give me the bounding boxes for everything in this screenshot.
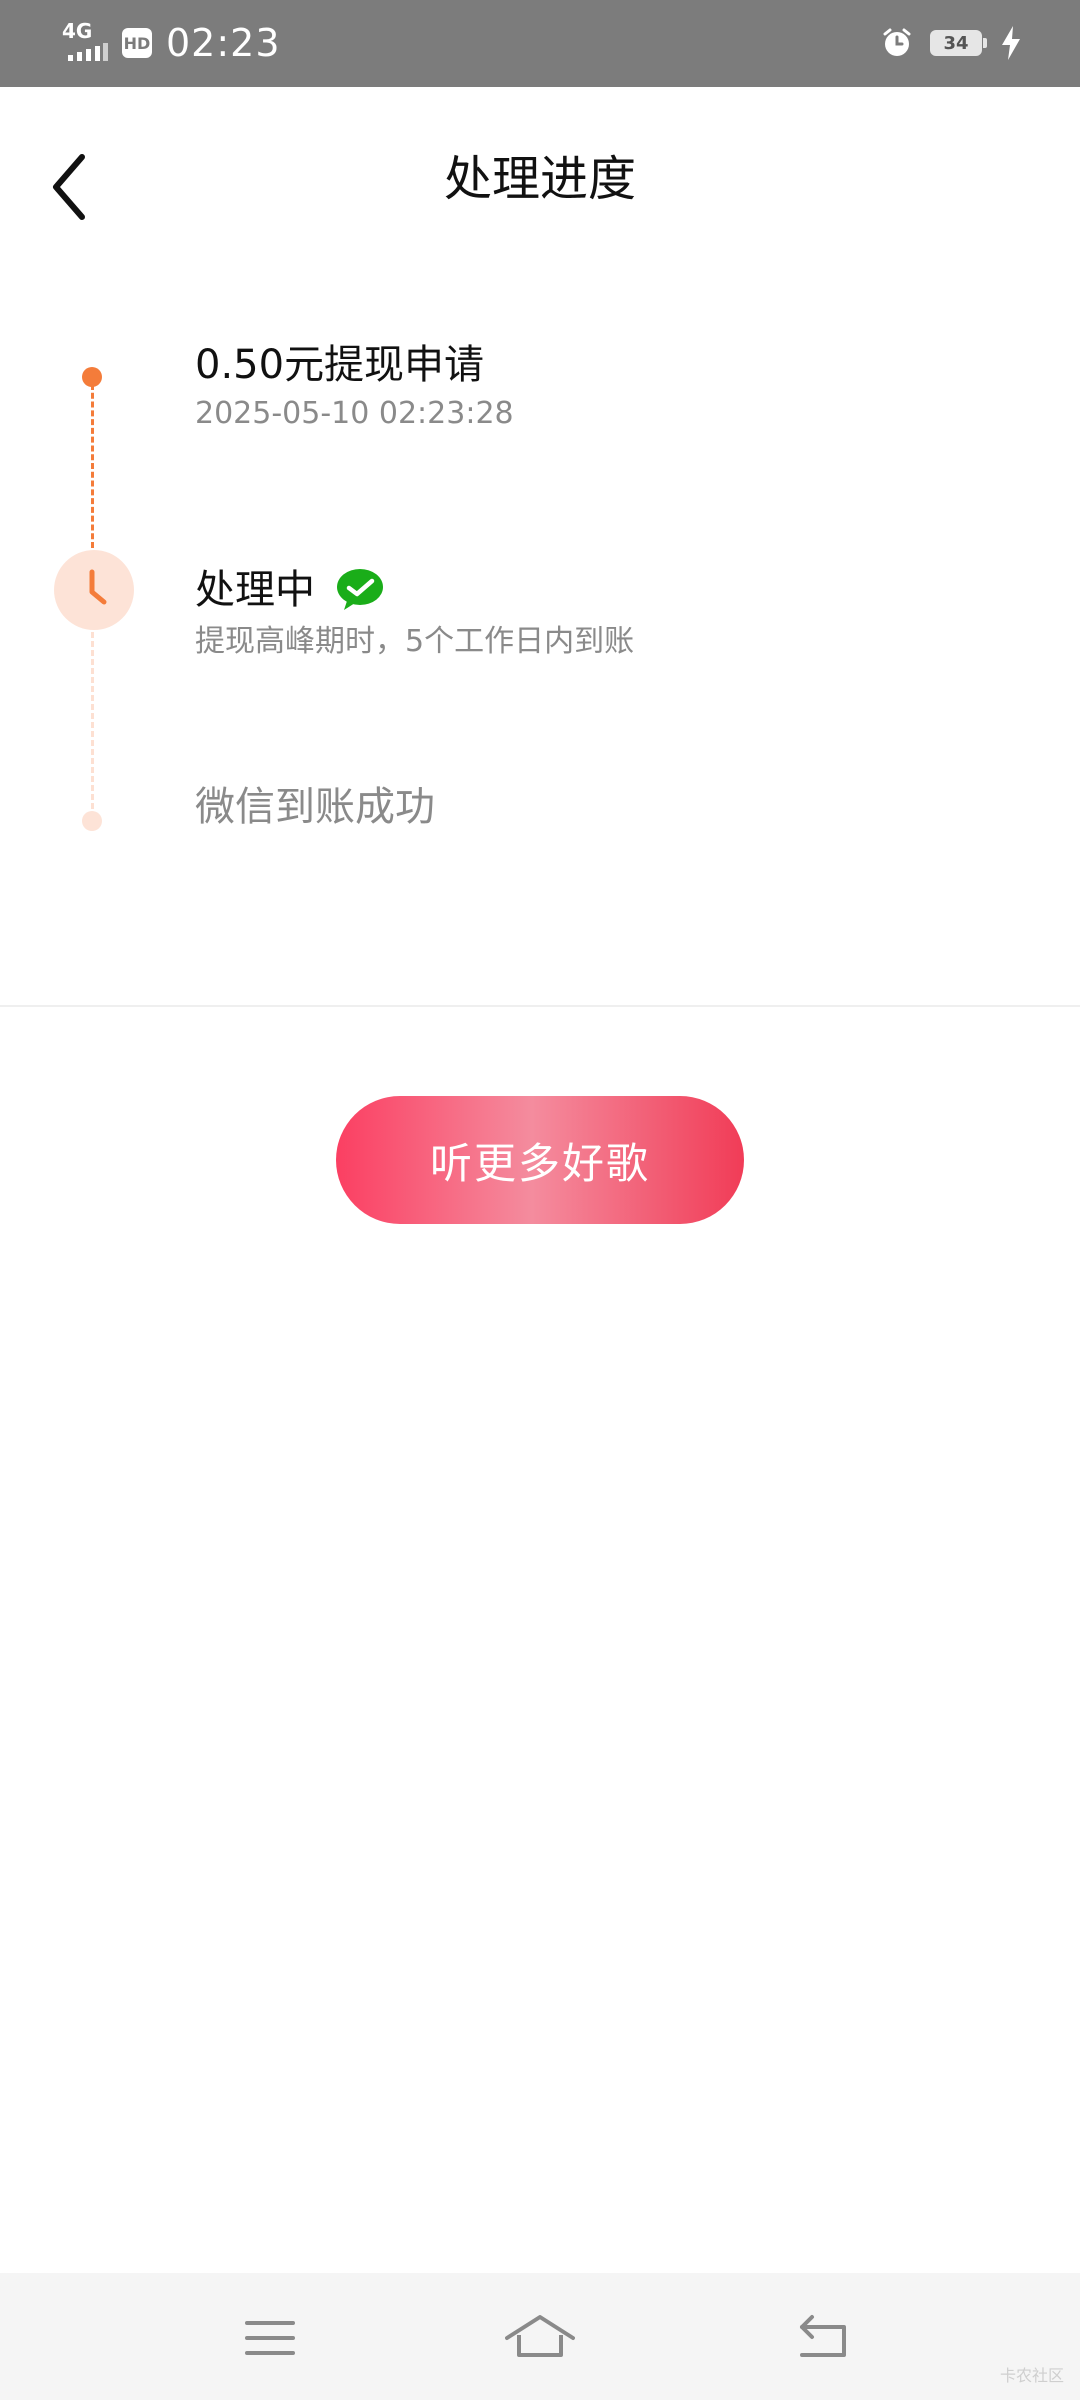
system-nav-bar: 卡农社区 bbox=[0, 2273, 1080, 2400]
page-title: 处理进度 bbox=[443, 151, 636, 207]
step-processing-note: 提现高峰期时，5个工作日内到账 bbox=[195, 624, 635, 659]
home-icon bbox=[505, 2315, 575, 2357]
page-header: 处理进度 bbox=[0, 87, 1080, 277]
listen-more-button[interactable]: 听更多好歌 bbox=[336, 1096, 744, 1224]
timeline-dot-pending bbox=[82, 811, 102, 831]
nav-home-button[interactable] bbox=[505, 2303, 575, 2373]
step-apply-title: 0.50元提现申请 bbox=[195, 342, 485, 388]
alarm-icon bbox=[883, 28, 911, 56]
menu-icon bbox=[245, 2321, 295, 2355]
status-time: 02:23 bbox=[166, 21, 281, 65]
nav-menu-button[interactable] bbox=[235, 2303, 305, 2373]
step-success-title: 微信到账成功 bbox=[195, 784, 435, 830]
wechat-icon bbox=[337, 569, 383, 610]
watermark: 卡农社区 bbox=[999, 2366, 1064, 2385]
status-bar: 4G HD 02:23 34 bbox=[0, 0, 1080, 87]
clock-icon bbox=[54, 550, 134, 630]
hd-icon: HD bbox=[122, 28, 152, 58]
battery-level: 34 bbox=[943, 32, 969, 54]
back-icon bbox=[800, 2315, 846, 2357]
signal-icon: 4G bbox=[62, 21, 108, 65]
network-type: 4G bbox=[62, 19, 93, 43]
charging-icon bbox=[1002, 26, 1020, 60]
timeline-dot-done bbox=[82, 367, 102, 387]
timeline-connector bbox=[91, 384, 94, 548]
nav-back-button[interactable] bbox=[788, 2303, 858, 2373]
divider bbox=[0, 1005, 1080, 1007]
step-apply-time: 2025-05-10 02:23:28 bbox=[195, 396, 514, 431]
step-processing-title: 处理中 bbox=[195, 567, 315, 613]
timeline-connector bbox=[91, 632, 94, 818]
status-left: 4G HD 02:23 bbox=[62, 18, 281, 68]
battery-icon: 34 bbox=[930, 30, 987, 56]
status-right: 34 bbox=[882, 20, 1022, 66]
app-root: 4G HD 02:23 34 处理进度 0.50元提现申请 2025-05-10… bbox=[0, 0, 1080, 2400]
